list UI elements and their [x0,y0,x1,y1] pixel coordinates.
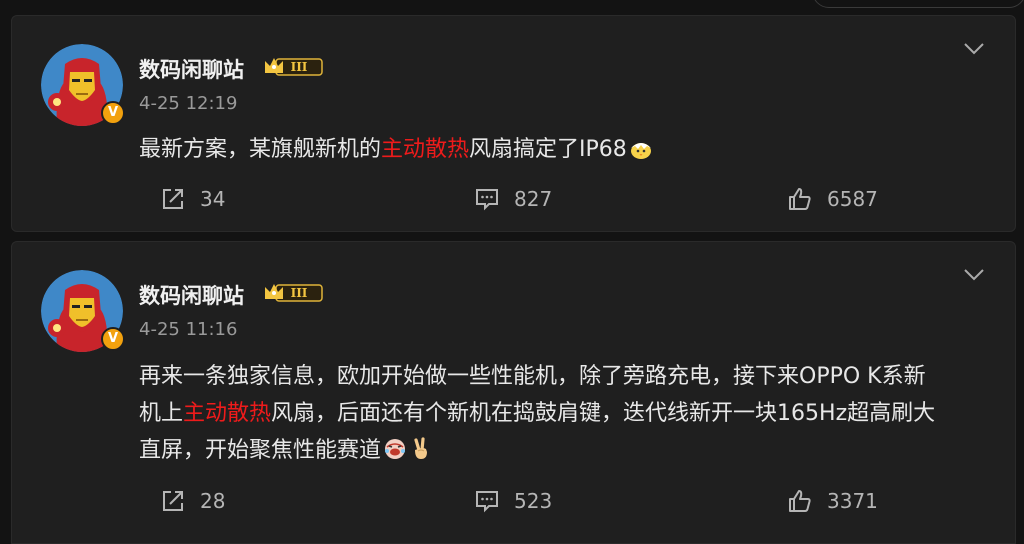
level-crown-badge-icon: III [265,284,323,302]
content-text: 最新方案，某旗舰新机的 [139,137,382,162]
comment-icon [476,189,498,211]
share-button[interactable]: 34 [160,184,225,214]
verified-badge-icon: V [101,101,125,125]
post-card: V 数码闲聊站 III 4-25 12:19 最新方案，某旗舰新机的主动散热风扇… [11,15,1016,232]
thumbs-up-icon [789,490,811,512]
search-bar-edge[interactable] [812,0,1024,8]
share-button[interactable]: 28 [160,486,225,516]
like-count: 6587 [827,187,878,211]
author-name[interactable]: 数码闲聊站 [139,54,244,84]
verified-badge-icon: V [101,327,125,351]
content-text: 直屏，开始聚焦性能赛道 [139,438,382,463]
like-button[interactable]: 3371 [787,486,878,516]
share-count: 34 [200,187,226,211]
content-text: 风扇搞定了IP68 [469,137,627,162]
laugh-cry-emoji-icon [385,439,406,459]
action-bar: 34 827 6587 [12,184,1015,214]
chevron-down-icon[interactable] [963,42,985,56]
action-bar: 28 523 3371 [12,486,1015,516]
share-count: 28 [200,489,226,513]
post-card: V 数码闲聊站 III 4-25 11:16 再来一条独家信息，欧加开始做一些性… [11,241,1016,544]
share-icon [163,189,183,209]
comment-count: 523 [514,489,553,513]
author-name[interactable]: 数码闲聊站 [139,280,244,310]
chevron-down-icon[interactable] [963,268,985,282]
avatar[interactable]: V [41,270,125,352]
content-text: 风扇，后面还有个新机在捣鼓肩键，迭代线新开一块165Hz超高刷大 [271,401,936,426]
post-content: 再来一条独家信息，欧加开始做一些性能机，除了旁路充电，接下来OPPO K系新 机… [139,358,999,469]
level-crown-badge-icon: III [265,58,323,76]
content-highlight[interactable]: 主动散热 [381,137,469,162]
post-content: 最新方案，某旗舰新机的主动散热风扇搞定了IP68 [139,131,999,168]
share-icon [163,491,183,511]
thumbs-up-icon [789,188,811,210]
comment-icon [476,491,498,513]
post-time[interactable]: 4-25 11:16 [139,319,237,340]
post-time[interactable]: 4-25 12:19 [139,93,237,114]
comment-count: 827 [514,187,553,211]
content-line: 直屏，开始聚焦性能赛道 [139,432,999,469]
content-line: 再来一条独家信息，欧加开始做一些性能机，除了旁路充电，接下来OPPO K系新 [139,364,926,389]
like-count: 3371 [827,489,878,513]
chick-emoji-icon [630,143,651,159]
comment-button[interactable]: 827 [474,184,552,214]
comment-button[interactable]: 523 [474,486,552,516]
level-badge-text: III [291,60,308,74]
victory-hand-emoji-icon [414,437,428,459]
content-text: 机上 [139,401,184,426]
content-highlight[interactable]: 主动散热 [183,401,271,426]
level-badge-text: III [291,286,308,300]
content-line: 机上主动散热风扇，后面还有个新机在捣鼓肩键，迭代线新开一块165Hz超高刷大 [139,395,999,432]
like-button[interactable]: 6587 [787,184,878,214]
avatar[interactable]: V [41,44,125,126]
